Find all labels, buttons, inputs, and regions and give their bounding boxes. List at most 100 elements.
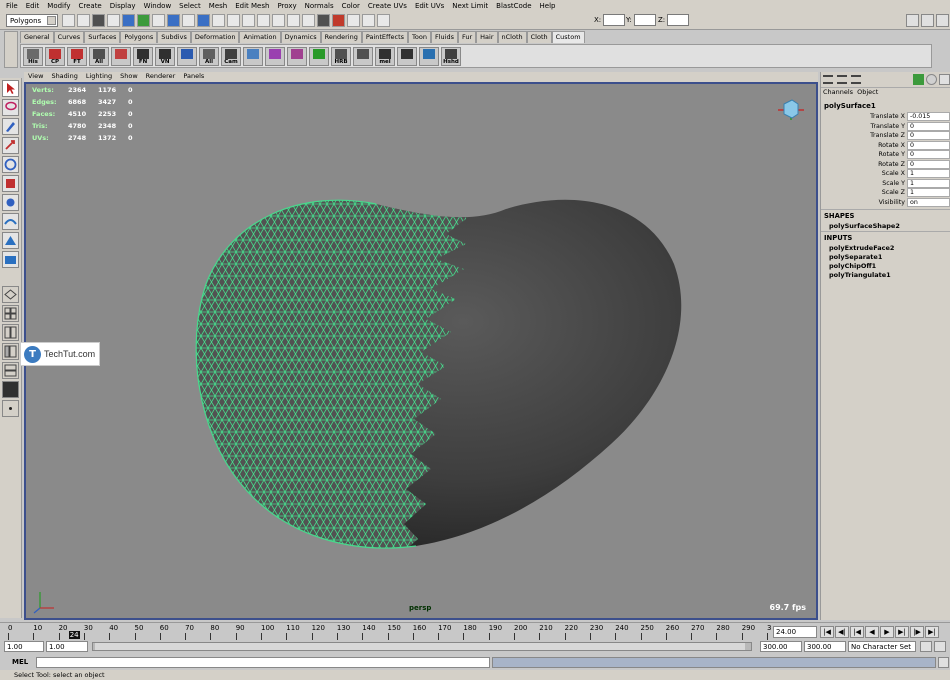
channel-list-icon[interactable] [823, 75, 833, 84]
menu-proxy[interactable]: Proxy [273, 2, 300, 10]
key-icon[interactable] [920, 641, 932, 652]
paint-select-tool-icon[interactable] [2, 118, 19, 135]
go-to-start-icon[interactable]: |◀ [820, 626, 834, 638]
current-frame-field[interactable]: 24.00 [773, 626, 817, 638]
shelf-button-4[interactable] [111, 47, 131, 66]
shelf-button-17[interactable] [397, 47, 417, 66]
attribute-value[interactable]: on [907, 197, 950, 207]
time-slider[interactable]: 0 10 20 30 40 50 60 70 80 90 100 110 120 130 140 150 160… [0, 622, 950, 640]
move-tool-icon[interactable] [2, 137, 19, 154]
attribute-value[interactable]: 0 [907, 159, 950, 169]
shelf-tab-dynamics[interactable]: Dynamics [280, 31, 321, 43]
panel-menu-renderer[interactable]: Renderer [142, 72, 180, 82]
save-scene-icon[interactable] [92, 14, 105, 27]
panel-menu-show[interactable]: Show [116, 72, 142, 82]
shelf-button-15[interactable] [353, 47, 373, 66]
play-forwards-icon[interactable]: ▶ [880, 626, 894, 638]
render-globals-icon[interactable] [347, 14, 360, 27]
menu-display[interactable]: Display [106, 2, 140, 10]
hypershade-layout-icon[interactable] [2, 381, 19, 398]
new-scene-icon[interactable] [62, 14, 75, 27]
input-node-polyseparate1[interactable]: polySeparate1 [821, 253, 950, 262]
playback-start-field[interactable]: 1.00 [46, 641, 88, 652]
render-frame-icon[interactable] [317, 14, 330, 27]
menu-create-uvs[interactable]: Create UVs [364, 2, 411, 10]
attribute-value[interactable]: 0 [907, 140, 950, 150]
shelf-menu-button[interactable] [4, 31, 18, 68]
shelf-button-12[interactable] [287, 47, 307, 66]
shelf-tab-deformation[interactable]: Deformation [190, 31, 240, 43]
attribute-name[interactable]: Scale Y [821, 180, 907, 187]
script-editor-icon[interactable] [938, 657, 949, 668]
history-icon[interactable] [287, 14, 300, 27]
select-hierarchy-icon[interactable] [107, 14, 120, 27]
input-ops-icon[interactable] [302, 14, 315, 27]
custom-layout-icon[interactable] [2, 400, 19, 417]
graph-layout-icon[interactable] [2, 362, 19, 379]
range-thumb[interactable] [95, 643, 745, 650]
shelf-button-his-0[interactable]: His [23, 47, 43, 66]
menu-set-dropdown[interactable]: Polygons [6, 14, 58, 27]
select-object-icon[interactable] [122, 14, 135, 27]
attribute-value[interactable]: 0 [907, 131, 950, 141]
step-back-frame-icon[interactable]: |◀ [850, 626, 864, 638]
menu-edit-mesh[interactable]: Edit Mesh [231, 2, 273, 10]
animation-end-field[interactable]: 300.00 [804, 641, 846, 652]
menu-normals[interactable]: Normals [301, 2, 338, 10]
menu-select[interactable]: Select [175, 2, 205, 10]
input-node-polyextrudeface2[interactable]: polyExtrudeFace2 [821, 244, 950, 253]
shelf-button-mel-16[interactable]: mel [375, 47, 395, 66]
render-layer-icon[interactable] [926, 74, 937, 85]
shelf-tab-curves[interactable]: Curves [53, 31, 85, 43]
go-to-end-icon[interactable]: ▶| [925, 626, 939, 638]
anim-prefs-icon[interactable] [934, 641, 946, 652]
shelf-tab-hair[interactable]: Hair [476, 31, 498, 43]
channel-box-icon[interactable] [936, 14, 949, 27]
menu-next-limit[interactable]: Next Limit [448, 2, 492, 10]
menu-color[interactable]: Color [338, 2, 364, 10]
panel-menu-panels[interactable]: Panels [179, 72, 208, 82]
attribute-name[interactable]: Rotate Y [821, 151, 907, 158]
face-mask-icon[interactable] [197, 14, 210, 27]
vertex-mask-icon[interactable] [167, 14, 180, 27]
shelf-tab-ncloth[interactable]: nCloth [497, 31, 527, 43]
channel-layer-icon[interactable] [837, 75, 847, 84]
display-layer-icon[interactable] [913, 74, 924, 85]
select-tool-icon[interactable] [2, 80, 19, 97]
shelf-button-cp-1[interactable]: CP [45, 47, 65, 66]
snap-point-icon[interactable] [257, 14, 270, 27]
menu-file[interactable]: File [2, 2, 22, 10]
panel-menu-view[interactable]: View [24, 72, 47, 82]
shelf-tab-polygons[interactable]: Polygons [120, 31, 158, 43]
shelf-button-13[interactable] [309, 47, 329, 66]
rotate-tool-icon[interactable] [2, 156, 19, 173]
uv-mask-icon[interactable] [212, 14, 225, 27]
shelf-button-cam-9[interactable]: Cam [221, 47, 241, 66]
lasso-tool-icon[interactable] [2, 99, 19, 116]
attribute-name[interactable]: Rotate X [821, 142, 907, 149]
shelf-button-all-8[interactable]: All [199, 47, 219, 66]
shelf-button-hrb-14[interactable]: HRB [331, 47, 351, 66]
anim-layer-icon[interactable] [939, 74, 950, 85]
snap-grid-icon[interactable] [227, 14, 240, 27]
attribute-name[interactable]: Translate Y [821, 123, 907, 130]
attribute-name[interactable]: Scale Z [821, 189, 907, 196]
channel-menu-object[interactable]: Object [857, 88, 878, 98]
step-forward-frame-icon[interactable]: ▶| [895, 626, 909, 638]
x-input[interactable] [603, 14, 626, 26]
edge-mask-icon[interactable] [182, 14, 195, 27]
sel-highlight-icon[interactable] [377, 14, 390, 27]
shelf-tab-fluids[interactable]: Fluids [430, 31, 458, 43]
step-forward-key-icon[interactable]: |▶ [910, 626, 924, 638]
shape-node-polysurfaceshape2[interactable]: polySurfaceShape2 [821, 222, 950, 231]
time-ticks[interactable]: 0 10 20 30 40 50 60 70 80 90 100 110 120 130 140 150 160… [8, 623, 771, 641]
shelf-button-vn-6[interactable]: VN [155, 47, 175, 66]
input-node-polychipoff1[interactable]: polyChipOff1 [821, 262, 950, 271]
open-scene-icon[interactable] [77, 14, 90, 27]
manipulator-tool-icon[interactable] [2, 194, 19, 211]
view-cube-icon[interactable] [778, 99, 804, 120]
shelf-tab-toon[interactable]: Toon [408, 31, 431, 43]
shelf-tab-fur[interactable]: Fur [457, 31, 477, 43]
attribute-value[interactable]: 1 [907, 188, 950, 198]
menu-edit-uvs[interactable]: Edit UVs [411, 2, 448, 10]
